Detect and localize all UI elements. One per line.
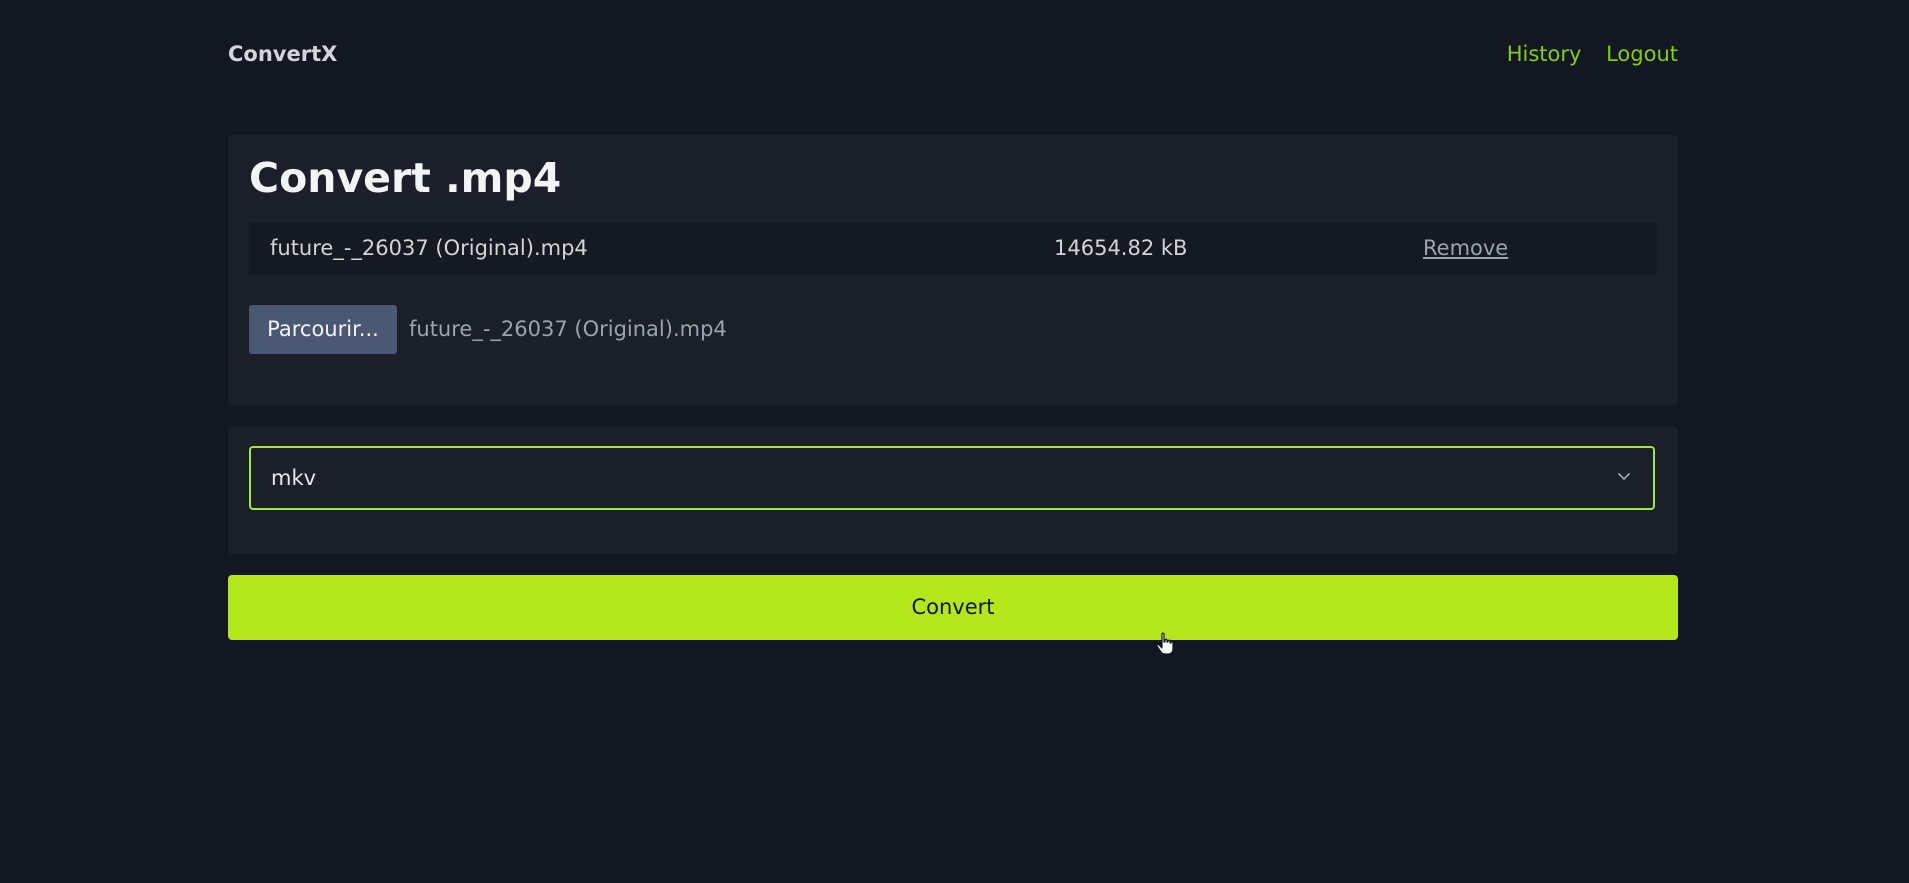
convert-button[interactable]: Convert <box>228 575 1678 640</box>
format-select[interactable]: mkv <box>249 446 1655 510</box>
brand-logo[interactable]: ConvertX <box>228 42 337 66</box>
browse-button[interactable]: Parcourir... <box>249 305 397 354</box>
hand-pointer-icon <box>1156 632 1174 655</box>
selected-file-name: future_-_26037 (Original).mp4 <box>409 317 727 341</box>
top-nav: History Logout <box>1489 42 1678 66</box>
top-bar: ConvertX History Logout <box>228 0 1678 110</box>
format-select-value: mkv <box>271 466 317 490</box>
chevron-down-icon <box>1618 473 1630 480</box>
file-name: future_-_26037 (Original).mp4 <box>270 236 588 260</box>
history-link[interactable]: History <box>1507 42 1582 66</box>
remove-file-link[interactable]: Remove <box>1423 236 1508 260</box>
file-size: 14654.82 kB <box>1054 236 1188 260</box>
file-input[interactable]: Parcourir... future_-_26037 (Original).m… <box>249 305 727 354</box>
file-row: future_-_26037 (Original).mp4 14654.82 k… <box>249 223 1657 275</box>
logout-link[interactable]: Logout <box>1606 42 1678 66</box>
page-title: Convert .mp4 <box>249 154 562 202</box>
